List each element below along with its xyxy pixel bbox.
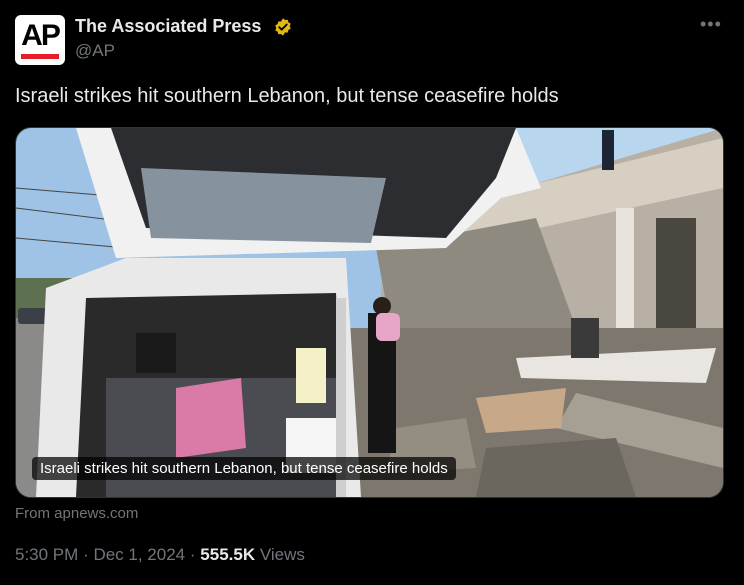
- avatar-red-bar: [21, 54, 59, 59]
- views-label: Views: [259, 545, 305, 564]
- author-handle[interactable]: @AP: [75, 41, 115, 61]
- meta-separator: ·: [189, 545, 196, 564]
- avatar-logo-text: AP: [21, 19, 61, 52]
- tweet-text: Israeli strikes hit southern Lebanon, bu…: [15, 85, 559, 107]
- link-source[interactable]: From apnews.com: [15, 505, 138, 522]
- avatar[interactable]: AP: [15, 15, 65, 65]
- tweet-media-photo[interactable]: [15, 127, 724, 498]
- tweet-date[interactable]: Dec 1, 2024: [93, 545, 185, 564]
- more-options-icon[interactable]: •••: [700, 14, 722, 35]
- media-caption: Israeli strikes hit southern Lebanon, bu…: [32, 457, 456, 480]
- views-count[interactable]: 555.5K: [200, 545, 255, 564]
- verified-badge-icon: [275, 18, 291, 36]
- author-display-name[interactable]: The Associated Press: [75, 16, 261, 37]
- photo-illustration: [16, 128, 723, 497]
- tweet-time[interactable]: 5:30 PM: [15, 545, 78, 564]
- meta-separator: ·: [83, 545, 89, 564]
- tweet-meta: 5:30 PM · Dec 1, 2024 · 555.5K Views: [15, 545, 305, 565]
